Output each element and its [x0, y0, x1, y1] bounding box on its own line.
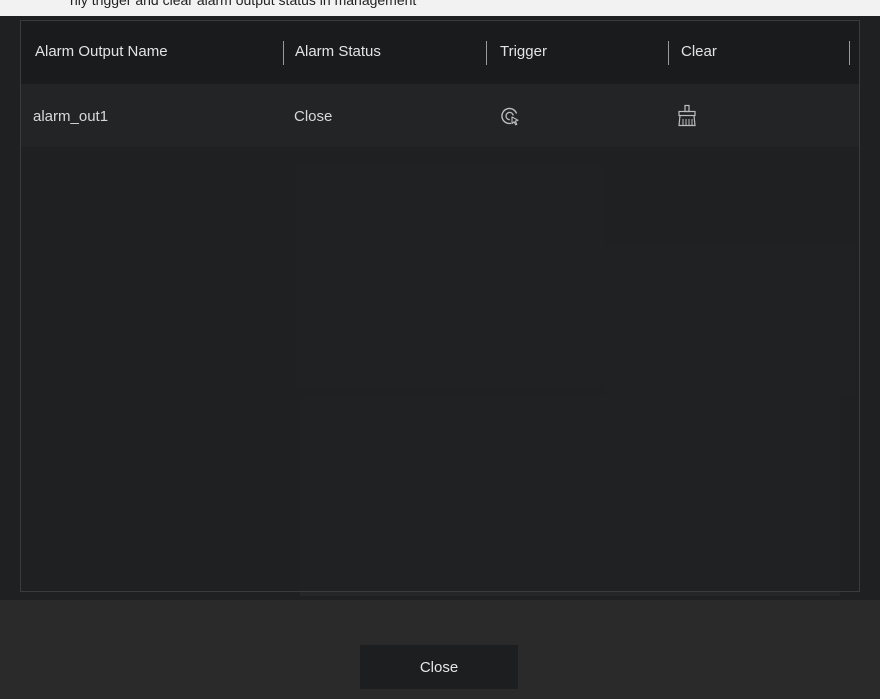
column-header-alarm-output-name: Alarm Output Name: [35, 43, 168, 60]
top-banner: nly trigger and clear alarm output statu…: [0, 0, 880, 16]
column-separator[interactable]: [486, 41, 487, 65]
column-separator[interactable]: [283, 41, 284, 65]
clear-button[interactable]: [674, 103, 700, 129]
table-header: Alarm Output Name Alarm Status Trigger C…: [21, 21, 859, 84]
alarm-output-panel: Alarm Output Name Alarm Status Trigger C…: [20, 20, 860, 592]
column-separator[interactable]: [668, 41, 669, 65]
column-header-trigger: Trigger: [500, 43, 547, 60]
column-header-clear: Clear: [681, 43, 717, 60]
trigger-icon: [501, 107, 519, 126]
alarm-status: Close: [294, 108, 333, 125]
top-banner-text: nly trigger and clear alarm output statu…: [70, 0, 417, 8]
broom-icon: [678, 104, 696, 127]
column-separator[interactable]: [849, 41, 850, 65]
alarm-output-name: alarm_out1: [33, 108, 109, 125]
table-row[interactable]: alarm_out1 Close: [21, 84, 859, 147]
column-header-alarm-status: Alarm Status: [295, 43, 381, 60]
close-button[interactable]: Close: [360, 645, 518, 689]
trigger-button[interactable]: [497, 103, 523, 129]
